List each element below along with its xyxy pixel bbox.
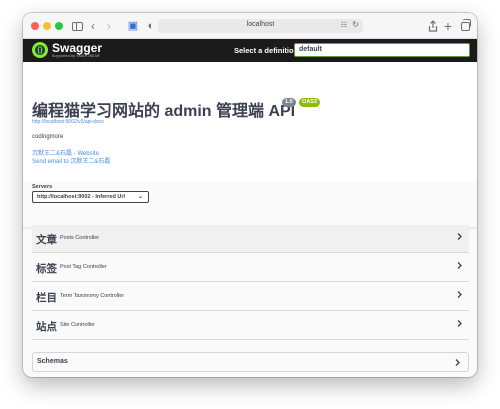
schemas-section[interactable]: Schemas bbox=[32, 352, 469, 372]
chevron-right-icon bbox=[455, 359, 460, 366]
forward-icon[interactable]: › bbox=[103, 18, 115, 34]
swagger-logo-icon[interactable]: {} bbox=[32, 42, 48, 58]
tag-section-post-tag[interactable]: 标签 Post Tag Controller bbox=[32, 254, 469, 282]
email-link[interactable]: Send email to 沉默王二&石磊 bbox=[32, 156, 110, 165]
share-icon[interactable] bbox=[427, 18, 439, 34]
translate-icon[interactable]: ☷ bbox=[341, 21, 347, 29]
tag-section-site[interactable]: 站点 Site Controller bbox=[32, 312, 469, 340]
extension-cube-icon[interactable]: ▣ bbox=[127, 18, 139, 34]
chevron-right-icon bbox=[457, 320, 462, 327]
tag-section-term-taxonomy[interactable]: 栏目 Term Taxonomy Controller bbox=[32, 283, 469, 311]
servers-label: Servers bbox=[32, 184, 53, 190]
schemas-label: Schemas bbox=[37, 358, 68, 365]
page-title: 编程猫学习网站的 admin 管理端 API bbox=[32, 103, 296, 120]
privacy-shield-icon[interactable]: ◐ bbox=[145, 18, 157, 34]
chevron-right-icon bbox=[457, 262, 462, 269]
servers-section: Servers http://localhost:9002 - Inferred… bbox=[23, 182, 477, 228]
tag-description: Site Controller bbox=[60, 322, 95, 328]
tab-overview-icon[interactable] bbox=[459, 18, 471, 34]
chevron-right-icon bbox=[457, 233, 462, 240]
brand-subtitle: Supported by SMARTBEAR bbox=[52, 54, 100, 58]
swagger-topbar: {} Swagger Supported by SMARTBEAR Select… bbox=[23, 39, 477, 62]
api-description: codingmore bbox=[32, 134, 64, 140]
new-tab-icon[interactable]: + bbox=[442, 18, 454, 34]
tag-name: 文章 bbox=[36, 234, 57, 246]
reload-icon[interactable]: ↻ bbox=[352, 20, 359, 29]
browser-window: ‹ › ▣ ◐ localhost ☷ ↻ + {} Swagger Suppo… bbox=[23, 13, 477, 377]
sidebar-toggle-icon[interactable] bbox=[70, 18, 84, 34]
close-window-button[interactable] bbox=[31, 22, 39, 30]
tag-description: Posts Controller bbox=[60, 235, 100, 241]
minimize-window-button[interactable] bbox=[43, 22, 51, 30]
address-text: localhost bbox=[246, 21, 275, 28]
tag-name: 标签 bbox=[36, 263, 57, 275]
oas-badge: OAS3 bbox=[299, 98, 320, 107]
brand-name: Swagger bbox=[52, 41, 103, 55]
chevron-right-icon bbox=[457, 291, 462, 298]
definition-select[interactable]: default bbox=[294, 43, 470, 57]
tag-description: Term Taxonomy Controller bbox=[60, 293, 125, 299]
definition-label: Select a definition bbox=[234, 46, 299, 55]
zoom-window-button[interactable] bbox=[55, 22, 63, 30]
tag-name: 站点 bbox=[36, 321, 57, 333]
servers-select[interactable]: http://localhost:9002 - Inferred Url ⌄ bbox=[32, 191, 149, 203]
tag-description: Post Tag Controller bbox=[60, 264, 107, 270]
servers-selected-value: http://localhost:9002 - Inferred Url bbox=[37, 194, 126, 200]
chevron-down-icon: ⌄ bbox=[137, 194, 143, 200]
browser-toolbar: ‹ › ▣ ◐ localhost ☷ ↻ + bbox=[23, 13, 477, 39]
info-section: 编程猫学习网站的 admin 管理端 API 1.0 OAS3 http://l… bbox=[23, 62, 477, 182]
back-icon[interactable]: ‹ bbox=[87, 18, 99, 34]
tag-name: 栏目 bbox=[36, 292, 57, 304]
tag-section-posts[interactable]: 文章 Posts Controller bbox=[32, 225, 469, 253]
address-bar[interactable]: localhost ☷ ↻ bbox=[158, 19, 363, 33]
version-badge: 1.0 bbox=[282, 98, 296, 107]
spec-url-link[interactable]: http://localhost:9002/v3/api-docs bbox=[32, 119, 104, 125]
